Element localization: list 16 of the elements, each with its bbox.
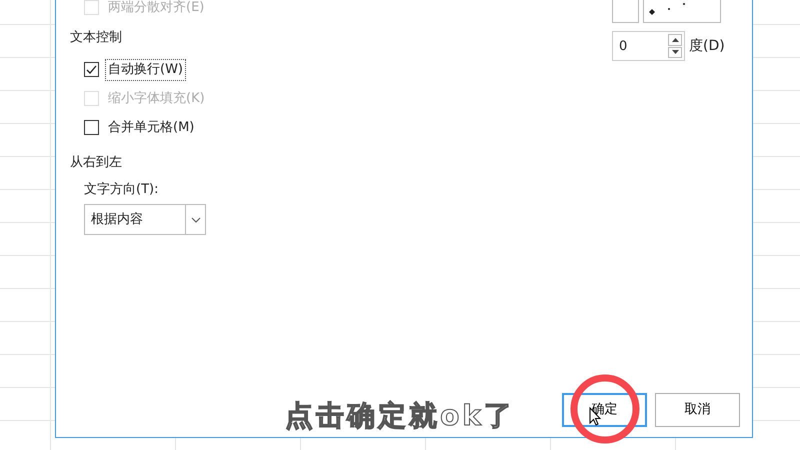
degrees-spinner[interactable]: 0 [612,31,685,61]
up-arrow-icon[interactable] [672,38,678,42]
direction-dropdown[interactable]: 根据内容 [84,204,206,235]
checkbox[interactable] [84,62,99,77]
checkbox[interactable] [84,120,99,135]
highlight-circle [569,373,641,445]
field-label: 度(D) [689,36,725,56]
video-caption: 点击确定就ok了 [285,398,515,434]
chevron-down-icon [190,216,200,222]
section-heading: 从右到左 [70,154,122,172]
checkbox-label[interactable]: 自动换行(W) [105,58,186,80]
field-label: 文字方向(T): [83,181,160,199]
checkbox-label[interactable]: 合并单元格(M) [105,116,198,138]
down-arrow-icon[interactable] [672,50,678,54]
section-heading: 文本控制 [70,29,122,48]
cancel-button[interactable]: 取消 [655,393,740,427]
